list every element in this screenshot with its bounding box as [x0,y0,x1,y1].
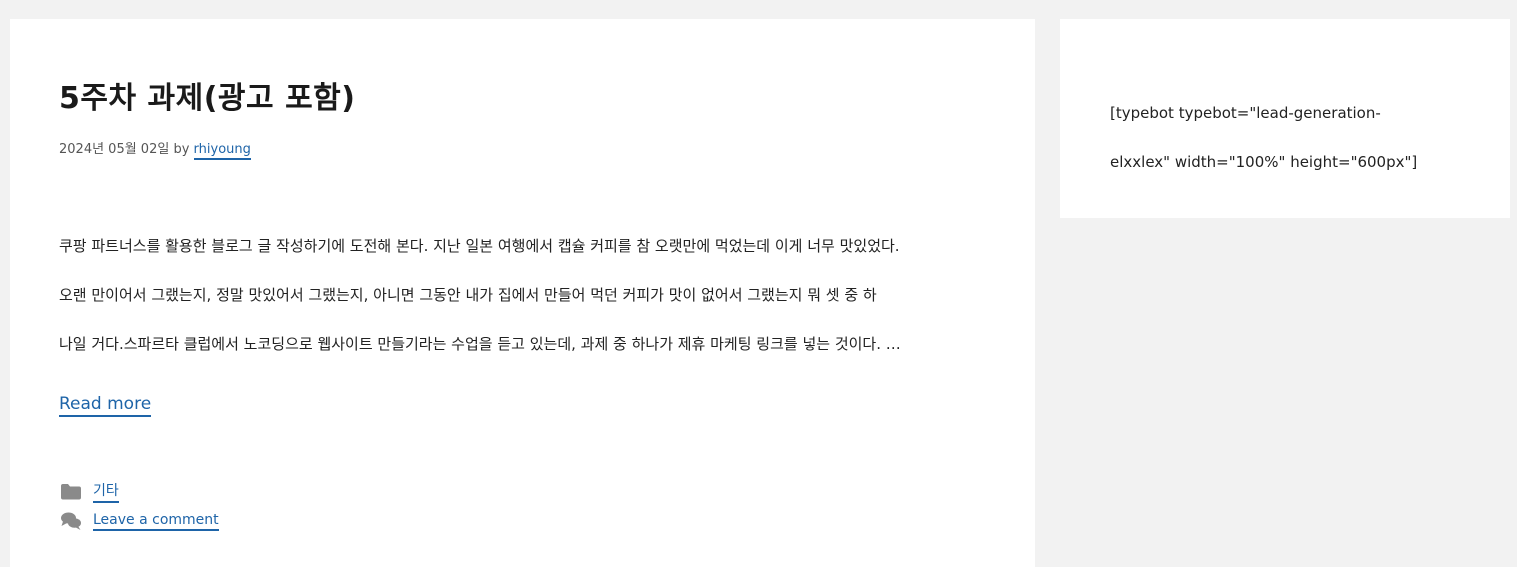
excerpt-line: 나일 거다.스파르타 클럽에서 노코딩으로 웹사이트 만들기라는 수업을 듣고 … [59,335,901,353]
read-more-link[interactable]: Read more [59,394,152,417]
category-link[interactable]: 기타 [93,480,119,503]
excerpt-line: 오랜 만이어서 그랬는지, 정말 맛있어서 그랬는지, 아니면 그동안 내가 집… [59,286,877,304]
post-title[interactable]: 5주차 과제(광고 포함) [59,73,355,117]
post-meta: 2024년 05월 02일 by rhiyoung [59,138,251,160]
sidebar-widget: [typebot typebot="lead-generation- elxxl… [1060,19,1510,218]
folder-icon [59,482,83,502]
page: 5주차 과제(광고 포함) 2024년 05월 02일 by rhiyoung … [0,0,1517,567]
post-date: 2024년 05월 02일 by [59,142,190,157]
author-link[interactable]: rhiyoung [193,142,251,160]
post-excerpt: 쿠팡 파트너스를 활용한 블로그 글 작성하기에 도전해 본다. 지난 일본 여… [59,222,989,369]
leave-comment-link[interactable]: Leave a comment [93,512,219,531]
post-category: 기타 [59,480,119,503]
comments-icon [59,511,83,531]
excerpt-line: 쿠팡 파트너스를 활용한 블로그 글 작성하기에 도전해 본다. 지난 일본 여… [59,237,900,255]
shortcode-line: [typebot typebot="lead-generation- [1110,104,1381,122]
shortcode-line: elxxlex" width="100%" height="600px"] [1110,153,1418,171]
post-comments: Leave a comment [59,511,219,531]
typebot-shortcode: [typebot typebot="lead-generation- elxxl… [1110,89,1470,187]
post-article: 5주차 과제(광고 포함) 2024년 05월 02일 by rhiyoung … [10,19,1035,567]
